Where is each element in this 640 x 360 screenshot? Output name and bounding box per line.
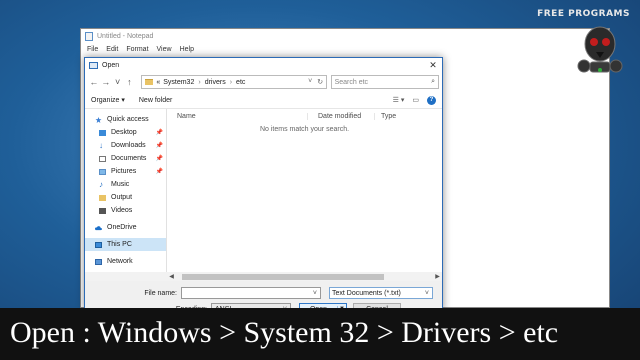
chevron-right-icon: ›	[198, 78, 201, 86]
new-folder-button[interactable]: New folder	[139, 97, 172, 104]
scrollbar-thumb[interactable]	[182, 273, 384, 280]
menu-view[interactable]: View	[157, 46, 172, 53]
chevron-down-icon: ˅	[424, 289, 429, 297]
desktop-icon	[99, 129, 106, 136]
navigation-pane: Quick access Desktop 📌 ↓ Downloads 📌 Doc…	[85, 109, 167, 272]
close-icon[interactable]: ✕	[424, 60, 442, 71]
nav-item-documents[interactable]: Documents 📌	[85, 152, 166, 165]
breadcrumb-drivers[interactable]: drivers	[205, 79, 226, 86]
nav-item-quick-access[interactable]: Quick access	[85, 113, 166, 126]
dialog-content: Quick access Desktop 📌 ↓ Downloads 📌 Doc…	[85, 109, 442, 272]
dialog-titlebar[interactable]: Open ✕	[85, 58, 442, 72]
search-input[interactable]: Search etc ⌕	[330, 75, 440, 89]
music-icon: ♪	[99, 179, 103, 189]
menu-help[interactable]: Help	[180, 46, 194, 53]
menu-edit[interactable]: Edit	[106, 46, 118, 53]
menu-file[interactable]: File	[87, 46, 98, 53]
preview-pane-icon[interactable]: ▭	[412, 96, 419, 104]
file-name-field[interactable]: ˅	[181, 287, 321, 299]
open-dialog: Open ✕ ← → ˅ ↑ « System32 › drivers › et…	[84, 57, 443, 316]
notepad-icon	[85, 32, 93, 41]
nav-item-onedrive[interactable]: OneDrive	[85, 221, 166, 234]
menu-format[interactable]: Format	[126, 46, 148, 53]
notepad-menubar: File Edit Format View Help	[81, 44, 609, 55]
chevron-down-icon[interactable]: ˅	[313, 290, 317, 297]
address-bar[interactable]: « System32 › drivers › etc ˅ ↻	[141, 75, 327, 89]
file-type-value: Text Documents (*.txt)	[332, 289, 401, 297]
documents-icon	[99, 155, 106, 162]
nav-item-network[interactable]: Network	[85, 255, 166, 268]
dialog-toolbar: Organize ▾ New folder ☰ ▾ ▭ ?	[85, 92, 442, 109]
folder-icon	[145, 79, 154, 85]
dialog-title: Open	[102, 61, 120, 69]
scroll-left-icon[interactable]: ◀	[167, 273, 176, 280]
forward-arrow-icon[interactable]: →	[100, 77, 112, 87]
view-options-icon[interactable]: ☰ ▾	[393, 96, 405, 104]
notepad-titlebar[interactable]: Untitled - Notepad	[81, 29, 609, 44]
notepad-title: Untitled - Notepad	[97, 33, 154, 40]
column-headers: Name Date modified Type	[167, 109, 442, 123]
breadcrumb-system32[interactable]: System32	[163, 79, 194, 86]
help-icon[interactable]: ?	[427, 95, 436, 105]
skull-logo	[577, 26, 623, 73]
computer-icon	[95, 241, 102, 248]
nav-item-pictures[interactable]: Pictures 📌	[85, 165, 166, 178]
nav-item-downloads[interactable]: ↓ Downloads 📌	[85, 139, 166, 152]
download-icon: ↓	[99, 140, 103, 150]
horizontal-scrollbar[interactable]: ◀ ▶	[85, 272, 442, 281]
breadcrumb-etc[interactable]: etc	[236, 79, 245, 86]
network-icon	[95, 258, 102, 265]
back-arrow-icon[interactable]: ←	[88, 77, 100, 87]
organize-button[interactable]: Organize ▾	[91, 96, 125, 104]
up-arrow-icon[interactable]: ↑	[123, 77, 135, 87]
file-list[interactable]: Name Date modified Type No items match y…	[167, 109, 442, 272]
chevron-down-icon[interactable]: ˅	[308, 78, 312, 86]
pin-icon: 📌	[155, 130, 163, 136]
nav-item-this-pc[interactable]: This PC	[85, 238, 166, 251]
search-placeholder: Search etc	[334, 78, 369, 86]
pin-icon: 📌	[155, 156, 163, 162]
file-type-select[interactable]: Text Documents (*.txt) ˅	[329, 287, 433, 299]
scroll-right-icon[interactable]: ▶	[433, 273, 442, 280]
cloud-icon	[95, 225, 102, 230]
nav-item-desktop[interactable]: Desktop 📌	[85, 126, 166, 139]
address-row: ← → ˅ ↑ « System32 › drivers › etc ˅ ↻ S…	[85, 72, 442, 92]
empty-message: No items match your search.	[259, 126, 350, 133]
file-name-label: File name:	[144, 289, 177, 297]
nav-item-output[interactable]: Output	[85, 191, 166, 204]
star-icon	[95, 116, 102, 123]
brand-watermark: FREE PROGRAMS	[537, 9, 630, 19]
folder-open-icon	[89, 61, 98, 69]
nav-item-music[interactable]: ♪ Music	[85, 178, 166, 191]
column-type[interactable]: Type	[374, 112, 396, 120]
address-prefix: «	[156, 78, 161, 86]
pin-icon: 📌	[155, 143, 163, 149]
nav-item-videos[interactable]: Videos	[85, 204, 166, 217]
column-date-modified[interactable]: Date modified	[307, 112, 374, 120]
pin-icon: 📌	[155, 169, 163, 175]
chevron-right-icon: ›	[229, 78, 233, 86]
search-icon: ⌕	[431, 78, 436, 85]
column-name[interactable]: Name	[167, 113, 307, 120]
recent-chevron-icon[interactable]: ˅	[112, 77, 124, 87]
caption-text: Open : Windows > System 32 > Drivers > e…	[10, 316, 559, 349]
folder-icon	[99, 194, 106, 201]
refresh-icon[interactable]: ↻	[317, 78, 323, 86]
pictures-icon	[99, 168, 106, 175]
videos-icon	[99, 207, 106, 214]
